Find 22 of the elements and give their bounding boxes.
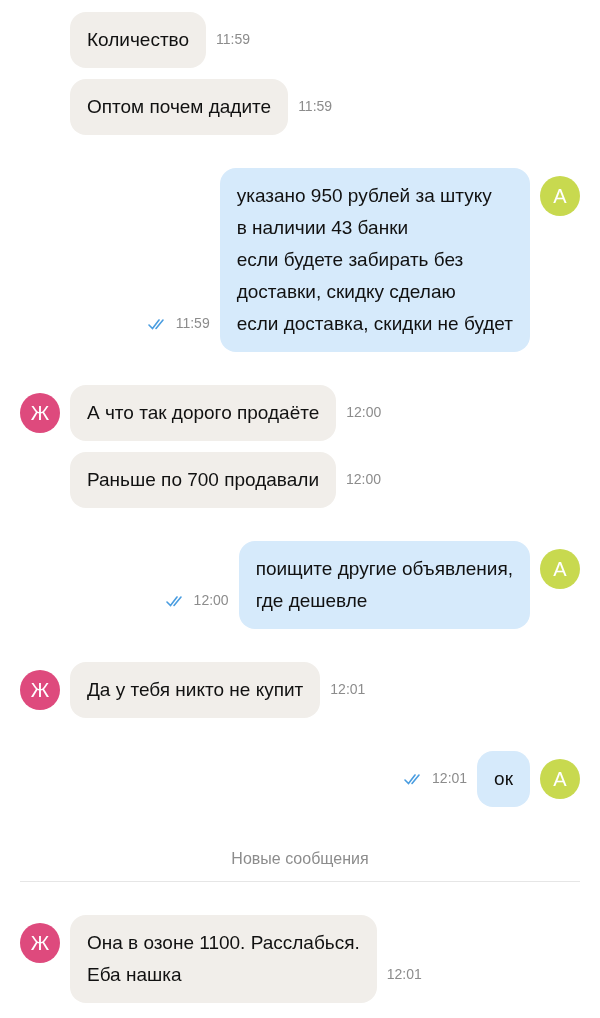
message-bubble: Она в озоне 1100. Расслабься. Еба нашка xyxy=(70,915,377,1003)
message-time: 12:00 xyxy=(346,470,382,489)
avatar[interactable]: Ж xyxy=(20,393,60,433)
message-time: 11:59 xyxy=(298,97,333,116)
message-time: 11:59 xyxy=(175,314,210,333)
avatar[interactable]: Ж xyxy=(20,923,60,963)
message-time: 11:59 xyxy=(216,30,251,49)
message-bubble: А что так дорого продаёте xyxy=(70,385,337,441)
message-time: 12:01 xyxy=(330,680,366,699)
message-bubble: Да у тебя никто не купит xyxy=(70,662,321,718)
message-time: 12:01 xyxy=(386,965,422,984)
avatar[interactable]: Ж xyxy=(20,670,60,710)
message-time: 12:00 xyxy=(193,591,229,610)
message-time: 12:00 xyxy=(346,403,382,422)
message-bubble: Раньше по 700 продавали xyxy=(70,452,336,508)
message-bubble: ок xyxy=(477,751,530,807)
message-bubble: Количество xyxy=(70,12,207,68)
new-messages-divider: Новые сообщения xyxy=(231,849,369,869)
message-bubble: указано 950 рублей за штуку в наличии 43 банки если будете забирать без доставки, скидку сделаю если доставка, скидки не будет xyxy=(219,168,530,352)
message-bubble: Оптом почем дадите xyxy=(70,79,289,135)
message-time: 12:01 xyxy=(432,769,468,788)
message-bubble: поищите другие объявления, где дешевле xyxy=(238,541,530,629)
